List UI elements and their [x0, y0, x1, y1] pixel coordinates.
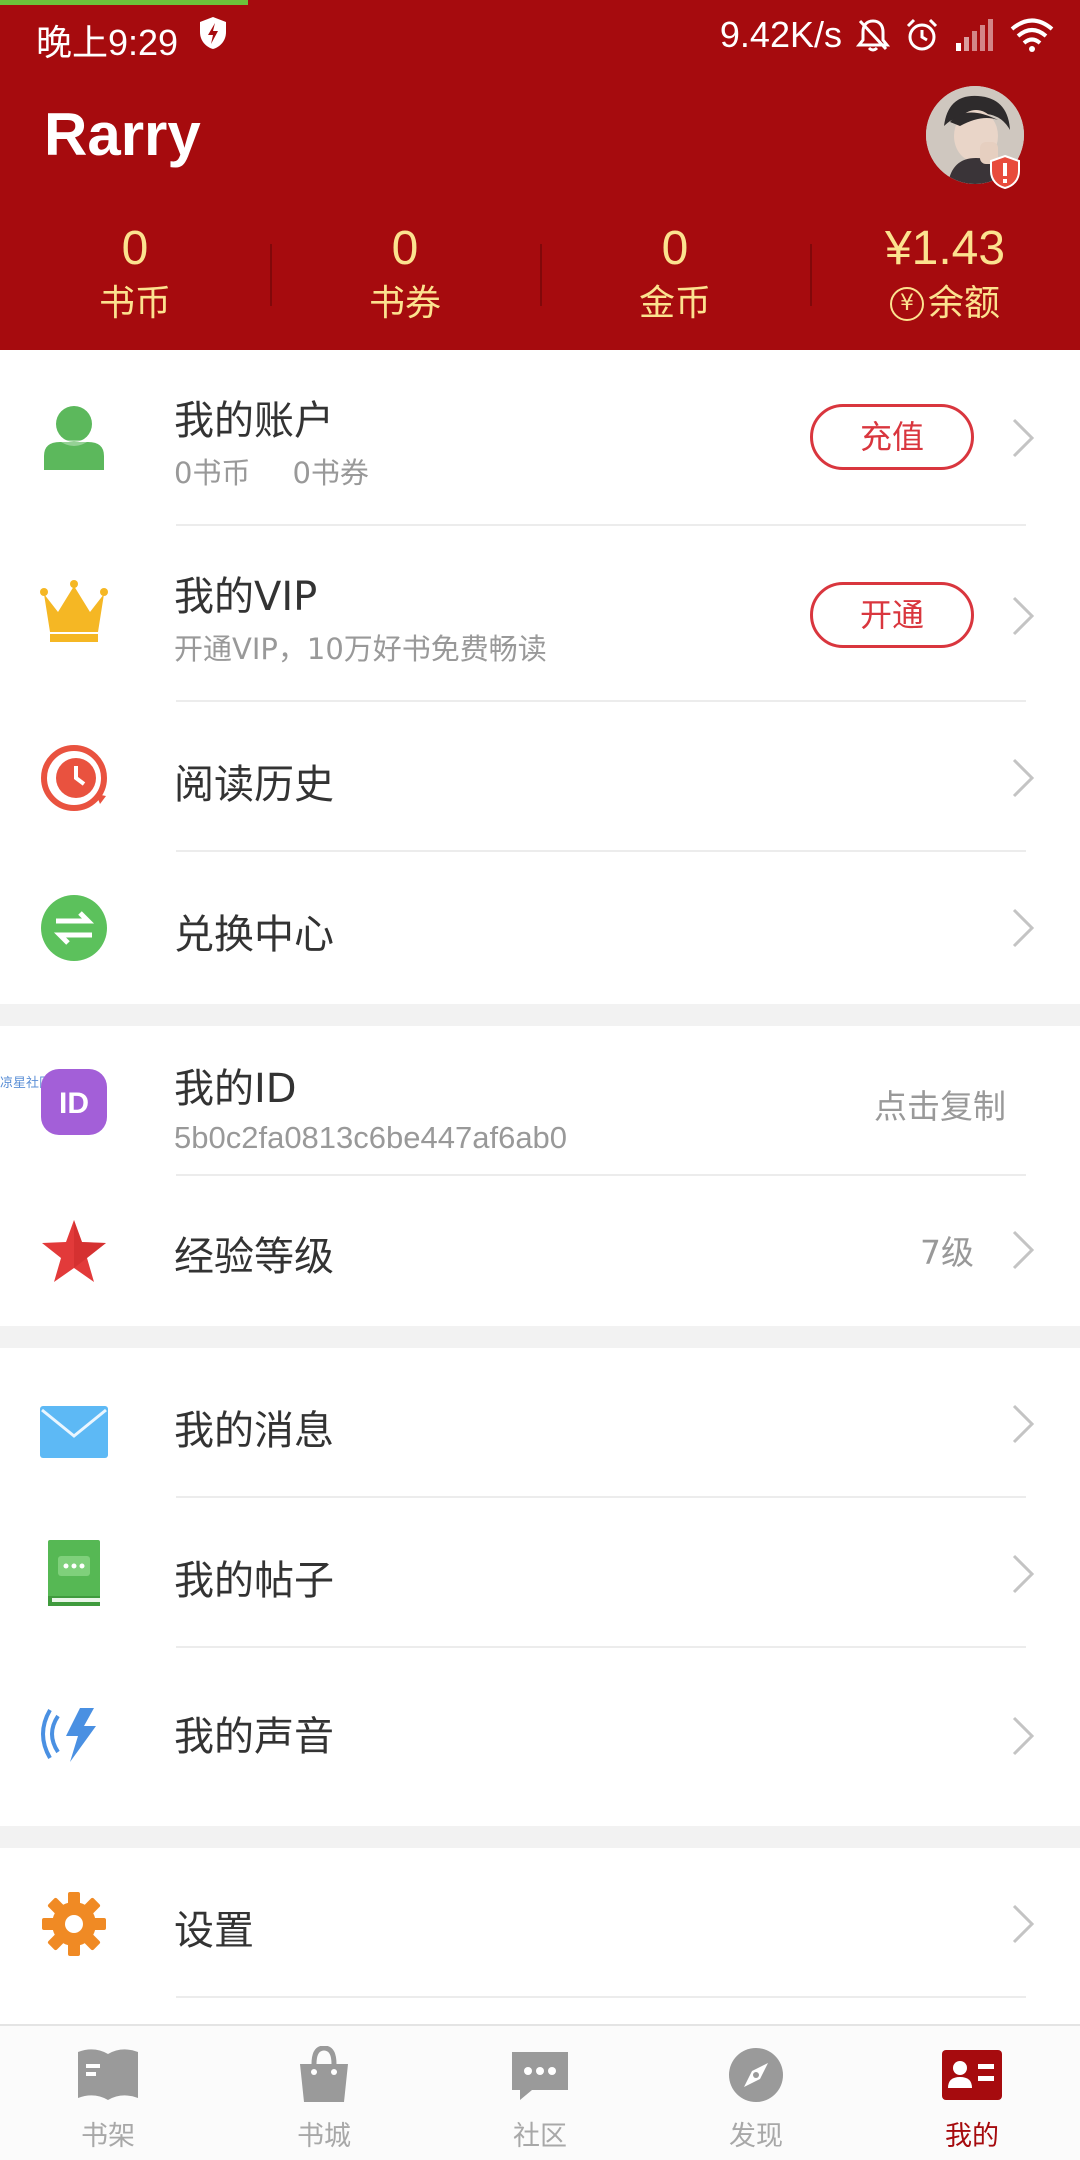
chevron-right-icon: [1012, 1716, 1035, 1756]
settings-section: 设置: [0, 1848, 1080, 2024]
recharge-button[interactable]: 充值: [810, 404, 974, 470]
bell-muted-icon: [856, 19, 890, 52]
row-experience-level[interactable]: 经验等级 7级: [0, 1176, 1080, 1326]
stat-value: 0: [661, 222, 689, 275]
user-icon: [44, 406, 104, 470]
chat-bubble-icon: [512, 2052, 568, 2100]
alarm-clock-icon: [906, 18, 938, 51]
chevron-right-icon: [1012, 418, 1035, 458]
row-title: 我的VIP: [174, 574, 318, 620]
tab-label: 我的: [945, 2121, 999, 2152]
tab-discover[interactable]: 发现: [648, 2026, 864, 2160]
tab-label: 发现: [729, 2121, 783, 2152]
history-clock-icon: [41, 745, 107, 811]
row-title: 阅读历史: [174, 762, 334, 808]
compass-icon: [729, 2048, 783, 2102]
tab-mine[interactable]: 我的: [864, 2026, 1080, 2160]
gear-icon: [42, 1892, 106, 1956]
stat-value: ¥1.43: [884, 222, 1006, 275]
row-title: 我的消息: [174, 1408, 334, 1454]
stat-balance[interactable]: ¥1.43 ¥ 余额: [810, 222, 1080, 332]
row-title: 我的ID: [174, 1066, 297, 1112]
divider: [176, 1996, 1026, 1998]
chevron-right-icon: [1012, 1904, 1035, 1944]
envelope-icon: [40, 1406, 108, 1458]
shopping-bag-icon: [300, 2046, 348, 2102]
account-section: 我的账户 0书币 0书券 充值 我的VIP 开通VIP，10万好书免费畅读 开通 …: [0, 350, 1080, 1004]
level-value: 7级: [920, 1233, 974, 1272]
stat-label: 书券: [368, 283, 441, 324]
row-title: 我的声音: [174, 1714, 334, 1760]
stat-book-tickets[interactable]: 0 书券: [270, 222, 540, 332]
row-subtitle: 0书币 0书券: [174, 456, 369, 490]
warning-shield-icon: [990, 154, 1020, 190]
net-speed: 9.42K/s: [719, 14, 842, 55]
tab-bookstore[interactable]: 书城: [216, 2026, 432, 2160]
profile-header: 晚上9:29 9.42K/s Rarry 0 书币 0 书券 0 金币 ¥1.4…: [0, 0, 1080, 350]
stat-label: 金币: [638, 283, 711, 324]
tab-label: 书城: [297, 2121, 351, 2152]
chevron-right-icon: [1012, 1404, 1035, 1444]
shield-bolt-icon: [200, 17, 226, 49]
row-title: 我的账户: [174, 398, 334, 444]
chevron-right-icon: [1012, 908, 1035, 948]
row-my-id: 凉星社区 ID 我的ID 5b0c2fa0813c6be447af6ab0 点击…: [0, 1026, 1080, 1176]
row-my-voice[interactable]: 我的声音: [0, 1648, 1080, 1826]
row-my-messages[interactable]: 我的消息: [0, 1348, 1080, 1498]
stat-book-coins[interactable]: 0 书币: [0, 222, 270, 332]
wallet-stats: 0 书币 0 书券 0 金币 ¥1.43 ¥ 余额: [0, 222, 1080, 332]
exchange-arrows-icon: [41, 895, 107, 961]
social-section: 我的消息 我的帖子 我的声音: [0, 1348, 1080, 1826]
user-id-value: 5b0c2fa0813c6be447af6ab0: [174, 1120, 568, 1155]
tab-label: 社区: [513, 2121, 567, 2152]
yen-circle-icon: ¥: [889, 287, 924, 321]
status-bar: 晚上9:29 9.42K/s: [0, 0, 1080, 70]
row-my-posts[interactable]: 我的帖子: [0, 1498, 1080, 1648]
tab-bookshelf[interactable]: 书架: [0, 2026, 216, 2160]
copy-id-button[interactable]: 点击复制: [874, 1080, 1006, 1128]
row-title: 设置: [174, 1908, 254, 1954]
stat-gold-coins[interactable]: 0 金币: [540, 222, 810, 332]
sound-wave-icon: [41, 1708, 96, 1762]
notebook-icon: [48, 1540, 100, 1606]
row-my-vip[interactable]: 我的VIP 开通VIP，10万好书免费畅读 开通: [0, 526, 1080, 702]
chevron-right-icon: [1012, 596, 1035, 636]
row-title: 我的帖子: [174, 1558, 334, 1604]
open-vip-button[interactable]: 开通: [810, 582, 974, 648]
chevron-right-icon: [1012, 1554, 1035, 1594]
bookshelf-icon: [78, 2049, 138, 2100]
identity-section: 凉星社区 ID 我的ID 5b0c2fa0813c6be447af6ab0 点击…: [0, 1026, 1080, 1326]
wifi-icon: [1010, 18, 1054, 52]
row-title: 经验等级: [174, 1234, 334, 1280]
bottom-tab-bar: 书架 书城 社区 发现 我的: [0, 2024, 1080, 2160]
chevron-right-icon: [1012, 1230, 1035, 1270]
stat-label: ¥ 余额: [889, 280, 1000, 328]
row-settings[interactable]: 设置: [0, 1848, 1080, 1998]
row-reading-history[interactable]: 阅读历史: [0, 702, 1080, 852]
user-name[interactable]: Rarry: [44, 100, 201, 169]
status-time: 晚上9:29: [36, 22, 179, 63]
svg-text:ID: ID: [59, 1087, 89, 1120]
star-icon: [42, 1220, 106, 1282]
crown-icon: [40, 580, 108, 642]
stat-value: 0: [121, 222, 149, 275]
row-subtitle: 开通VIP，10万好书免费畅读: [174, 632, 547, 666]
tab-label: 书架: [81, 2121, 135, 2152]
chevron-right-icon: [1012, 758, 1035, 798]
profile-card-icon: [942, 2050, 1002, 2100]
stat-value: 0: [391, 222, 419, 275]
stat-label: 书币: [98, 283, 171, 324]
signal-icon: [956, 19, 993, 51]
tab-community[interactable]: 社区: [432, 2026, 648, 2160]
row-title: 兑换中心: [174, 912, 334, 958]
id-badge-icon: ID: [41, 1069, 107, 1135]
row-exchange-center[interactable]: 兑换中心: [0, 852, 1080, 1002]
row-my-account[interactable]: 我的账户 0书币 0书券 充值: [0, 350, 1080, 526]
